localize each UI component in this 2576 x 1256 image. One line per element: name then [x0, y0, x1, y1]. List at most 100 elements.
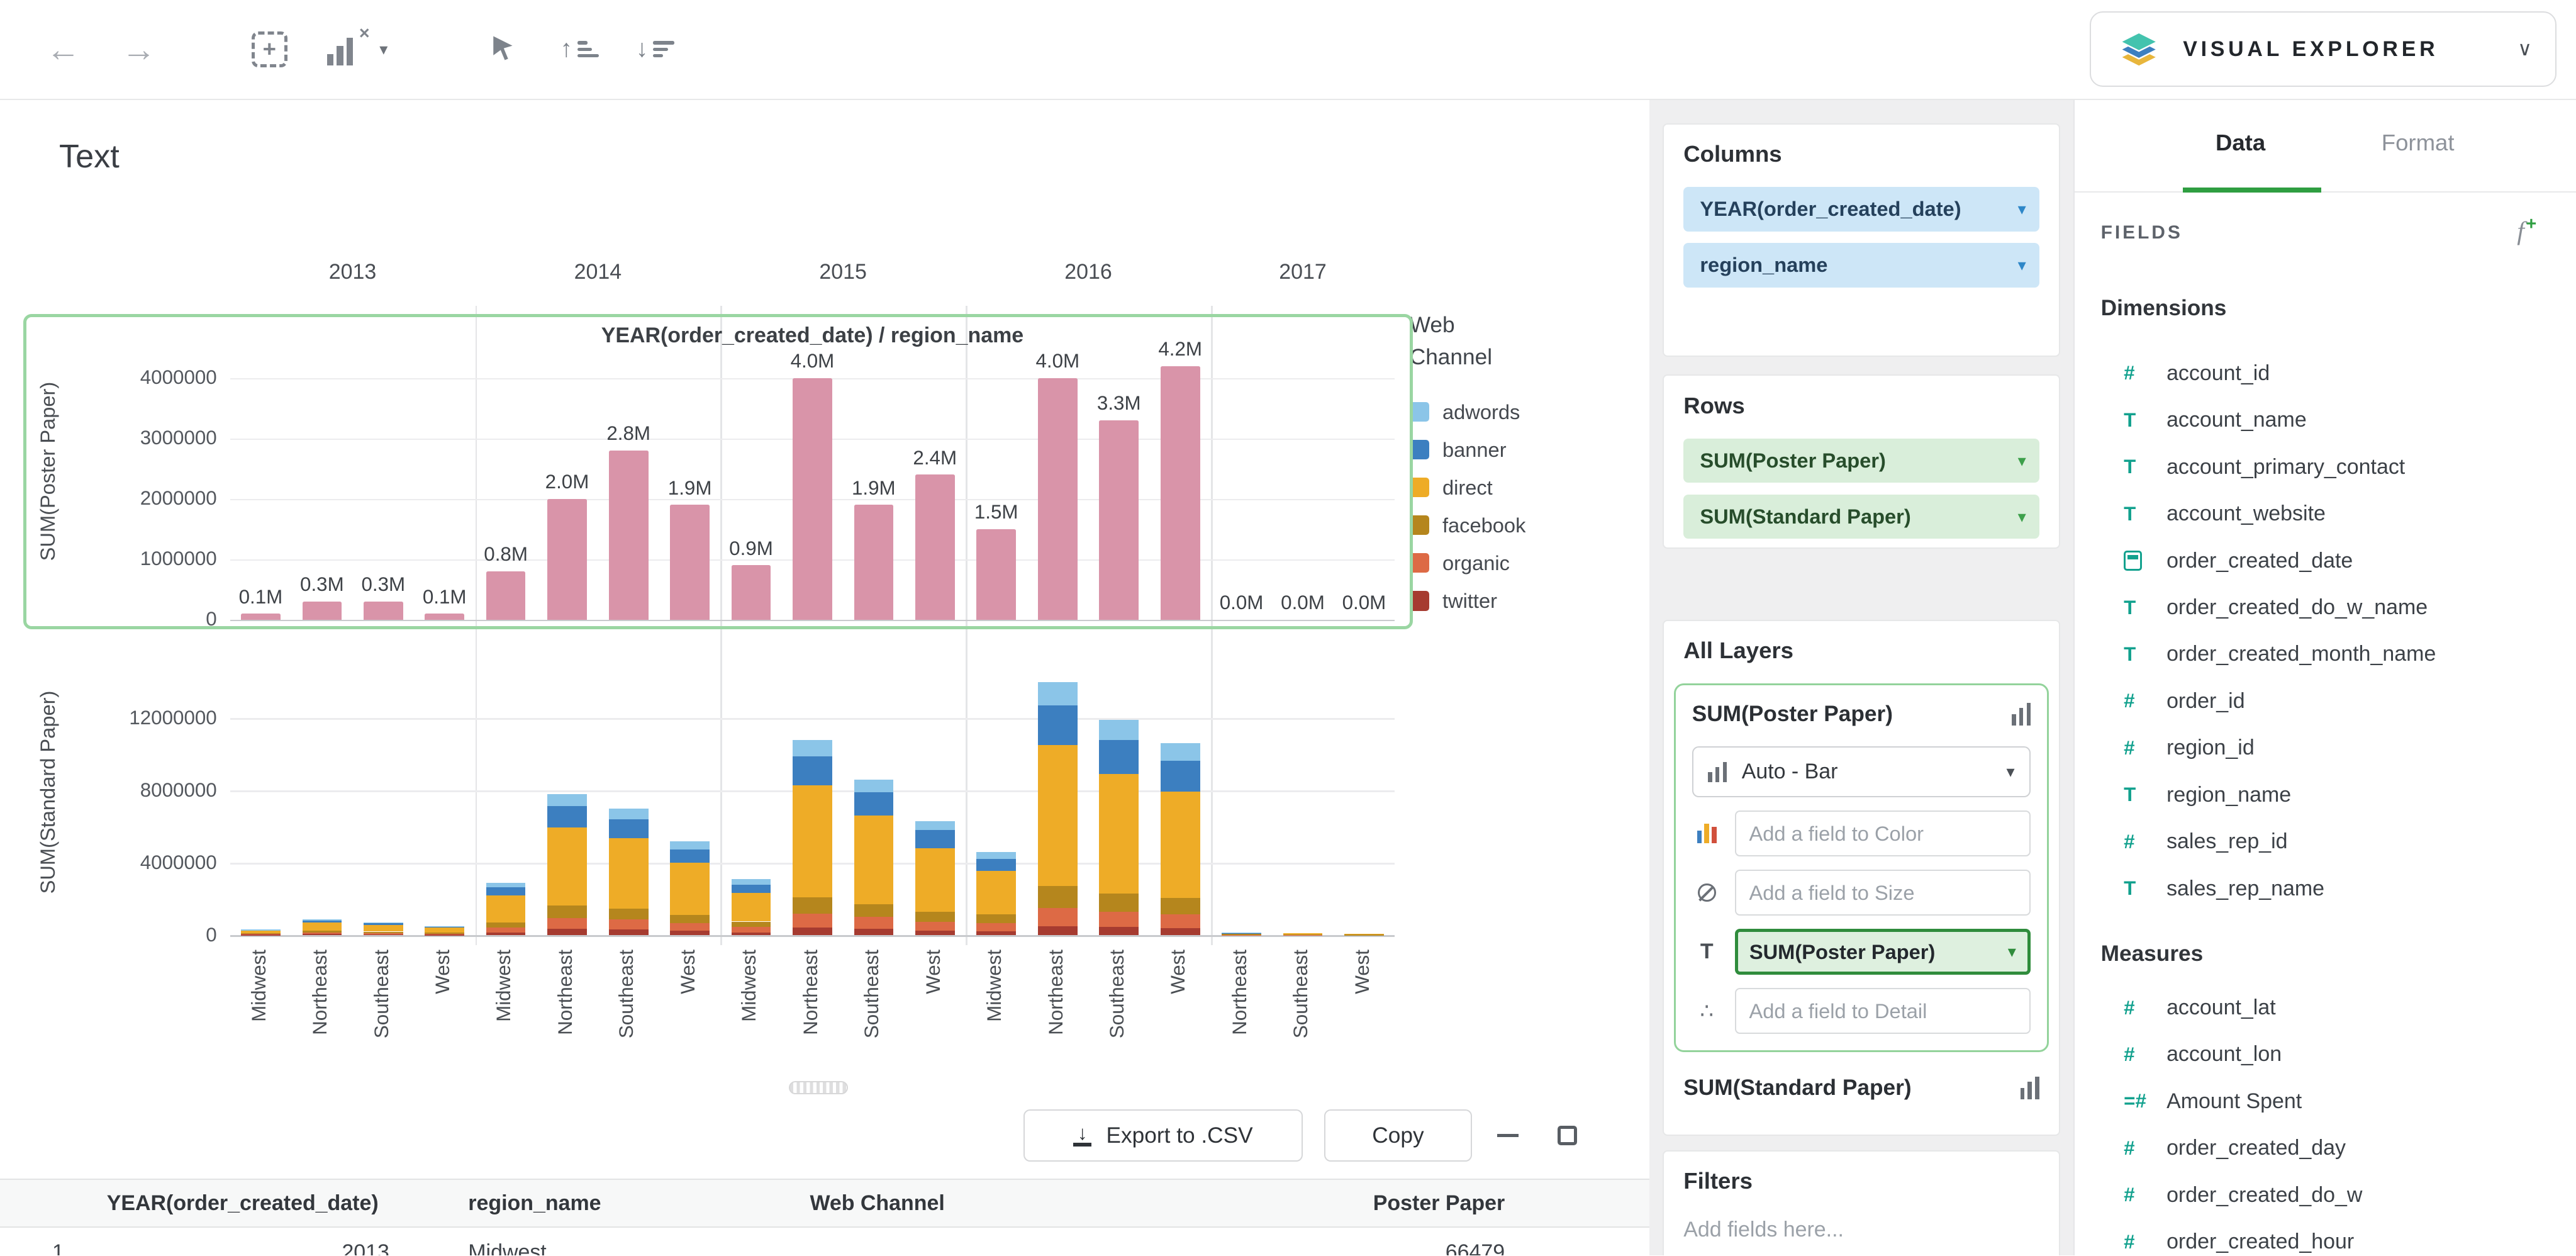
standard-paper-segment[interactable]: [1161, 914, 1200, 928]
standard-paper-segment[interactable]: [425, 926, 464, 928]
sort-ascending-icon[interactable]: ↑: [560, 36, 599, 62]
caret-down-icon[interactable]: ▾: [2018, 187, 2026, 232]
caret-down-icon[interactable]: ▾: [2018, 439, 2026, 483]
standard-paper-segment[interactable]: [1161, 898, 1200, 914]
standard-paper-segment[interactable]: [1161, 761, 1200, 792]
standard-paper-segment[interactable]: [670, 931, 710, 935]
standard-paper-segment[interactable]: [609, 929, 649, 935]
standard-paper-segment[interactable]: [547, 806, 587, 827]
standard-paper-segment[interactable]: [854, 929, 894, 935]
column-pill[interactable]: YEAR(order_created_date)▾: [1683, 187, 2039, 232]
field-item[interactable]: =#Amount Spent: [2075, 1078, 2576, 1124]
standard-paper-segment[interactable]: [670, 923, 710, 930]
standard-paper-segment[interactable]: [854, 816, 894, 904]
color-field-input[interactable]: [1735, 810, 2031, 856]
field-item[interactable]: #region_id: [2075, 725, 2576, 771]
clear-chart-icon[interactable]: ×: [327, 36, 367, 65]
poster-paper-bar[interactable]: [793, 378, 832, 620]
standard-paper-segment[interactable]: [670, 915, 710, 923]
add-chart-icon[interactable]: +: [252, 31, 287, 67]
standard-paper-segment[interactable]: [670, 841, 710, 849]
standard-paper-segment[interactable]: [976, 859, 1016, 871]
standard-paper-segment[interactable]: [364, 925, 403, 932]
standard-paper-segment[interactable]: [609, 819, 649, 838]
poster-paper-bar[interactable]: [425, 614, 464, 620]
standard-paper-segment[interactable]: [364, 922, 403, 924]
caret-down-icon[interactable]: ▾: [2018, 243, 2026, 288]
standard-paper-segment[interactable]: [1222, 933, 1261, 934]
standard-paper-segment[interactable]: [793, 785, 832, 897]
poster-paper-bar[interactable]: [303, 602, 342, 620]
standard-paper-segment[interactable]: [425, 933, 464, 934]
field-item[interactable]: #order_id: [2075, 678, 2576, 724]
detail-field-input[interactable]: [1735, 988, 2031, 1034]
row-pill[interactable]: SUM(Standard Paper)▾: [1683, 495, 2039, 539]
standard-paper-segment[interactable]: [303, 922, 342, 931]
standard-paper-segment[interactable]: [425, 934, 464, 936]
standard-paper-segment[interactable]: [547, 794, 587, 806]
standard-paper-segment[interactable]: [1161, 928, 1200, 934]
standard-paper-segment[interactable]: [976, 914, 1016, 923]
poster-paper-bar[interactable]: [1161, 366, 1200, 620]
size-field-input[interactable]: [1735, 870, 2031, 916]
standard-paper-segment[interactable]: [915, 821, 955, 830]
standard-paper-segment[interactable]: [854, 792, 894, 816]
standard-paper-segment[interactable]: [425, 928, 464, 933]
standard-paper-segment[interactable]: [241, 931, 281, 933]
field-item[interactable]: Taccount_primary_contact: [2075, 444, 2576, 490]
poster-paper-bar[interactable]: [364, 602, 403, 620]
standard-paper-segment[interactable]: [915, 830, 955, 848]
standard-paper-segment[interactable]: [241, 929, 281, 931]
legend-item[interactable]: twitter: [1410, 582, 1590, 620]
legend-item[interactable]: organic: [1410, 544, 1590, 582]
collapse-icon[interactable]: [1486, 1109, 1529, 1162]
field-item[interactable]: Taccount_website: [2075, 491, 2576, 537]
standard-paper-segment[interactable]: [670, 863, 710, 915]
table-header-cell[interactable]: Poster Paper: [1166, 1180, 1649, 1226]
standard-paper-segment[interactable]: [609, 909, 649, 919]
table-header-cell[interactable]: YEAR(order_created_date): [91, 1180, 435, 1226]
standard-paper-segment[interactable]: [732, 892, 771, 921]
add-formula-icon[interactable]: f+: [2517, 214, 2536, 247]
layer-poster-paper[interactable]: SUM(Poster Paper) Auto - Bar ▾: [1674, 683, 2049, 1053]
standard-paper-segment[interactable]: [609, 919, 649, 929]
standard-paper-segment[interactable]: [793, 897, 832, 914]
standard-paper-segment[interactable]: [1099, 774, 1139, 894]
standard-paper-segment[interactable]: [486, 883, 526, 887]
standard-paper-segment[interactable]: [303, 934, 342, 935]
field-item[interactable]: Tsales_rep_name: [2075, 865, 2576, 912]
row-pill[interactable]: SUM(Poster Paper)▾: [1683, 439, 2039, 483]
standard-paper-segment[interactable]: [732, 933, 771, 935]
standard-paper-segment[interactable]: [793, 914, 832, 928]
poster-paper-bar[interactable]: [732, 565, 771, 619]
legend-item[interactable]: direct: [1410, 469, 1590, 507]
label-field-selected[interactable]: SUM(Poster Paper) ▾: [1735, 929, 2031, 975]
standard-paper-segment[interactable]: [364, 933, 403, 934]
poster-paper-bar[interactable]: [1099, 420, 1139, 620]
column-pill[interactable]: region_name▾: [1683, 243, 2039, 288]
standard-paper-segment[interactable]: [915, 848, 955, 912]
standard-paper-segment[interactable]: [303, 931, 342, 933]
standard-paper-segment[interactable]: [486, 887, 526, 895]
standard-paper-segment[interactable]: [486, 933, 526, 935]
pointer-tool-icon[interactable]: [488, 33, 520, 70]
field-item[interactable]: #account_id: [2075, 350, 2576, 396]
standard-paper-segment[interactable]: [609, 809, 649, 819]
field-item[interactable]: order_created_date: [2075, 537, 2576, 584]
standard-paper-segment[interactable]: [793, 756, 832, 785]
bar-chart-icon[interactable]: [2012, 703, 2031, 726]
field-item[interactable]: #account_lon: [2075, 1031, 2576, 1078]
poster-paper-bar[interactable]: [976, 529, 1016, 620]
drag-handle[interactable]: [789, 1081, 848, 1094]
standard-paper-segment[interactable]: [854, 904, 894, 917]
standard-paper-segment[interactable]: [1161, 791, 1200, 897]
standard-paper-segment[interactable]: [732, 885, 771, 893]
standard-paper-segment[interactable]: [854, 780, 894, 792]
tab-format[interactable]: Format: [2360, 130, 2475, 156]
standard-paper-segment[interactable]: [1099, 927, 1139, 935]
standard-paper-segment[interactable]: [1344, 934, 1384, 935]
poster-paper-bar[interactable]: [547, 499, 587, 620]
field-item[interactable]: #order_created_day: [2075, 1125, 2576, 1172]
bar-chart-icon[interactable]: [2021, 1077, 2039, 1100]
standard-paper-segment[interactable]: [547, 918, 587, 929]
